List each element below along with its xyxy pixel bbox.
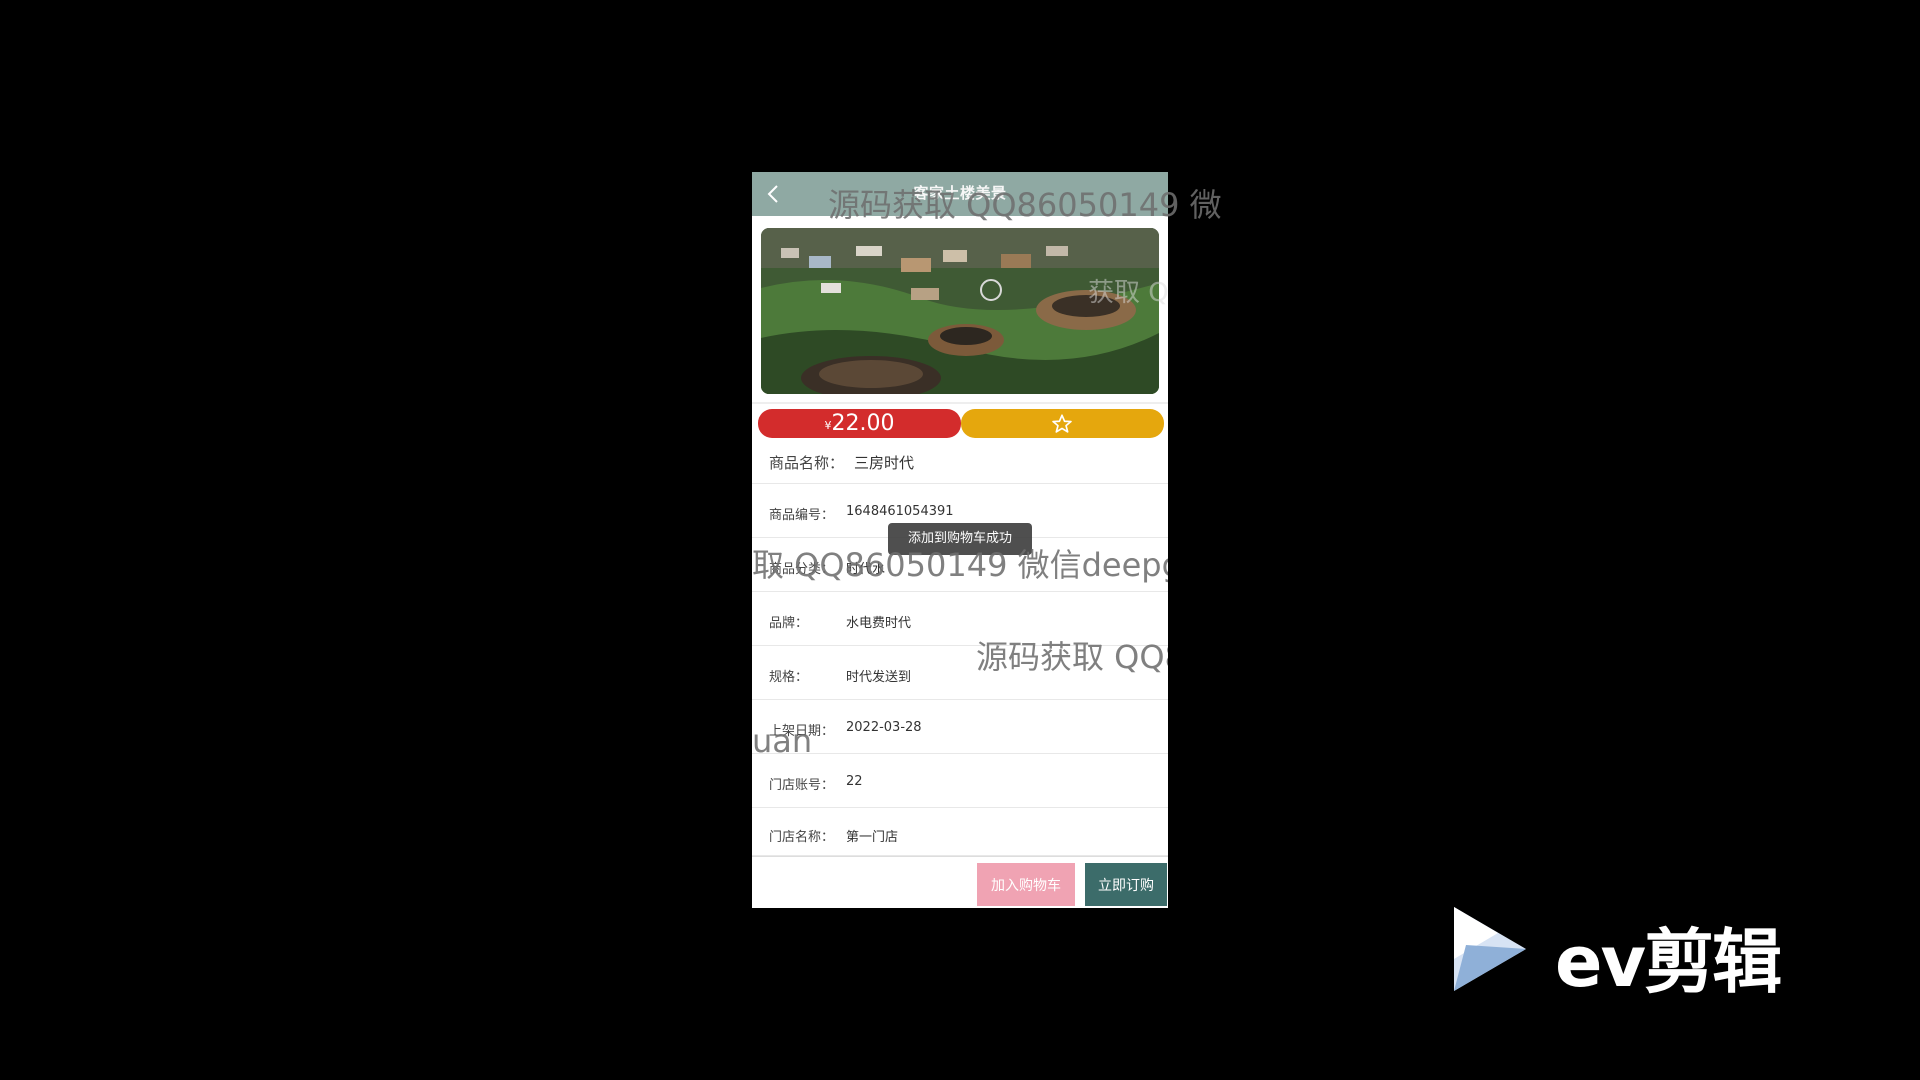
product-name-value: 三房时代 [854,454,915,472]
product-image [761,228,1159,394]
product-name-row: 商品名称： 三房时代 [752,442,1168,484]
buy-now-button[interactable]: 立即订购 [1085,863,1167,906]
detail-label: 规格： [769,670,809,685]
detail-row: 门店名称： 第一门店 [752,808,1168,856]
price-badge: ¥22.00 [758,409,961,438]
detail-label: 品牌： [769,616,809,631]
favorite-button[interactable] [961,409,1164,438]
detail-value: 水电费时代 [846,616,912,631]
detail-value: 时代发送到 [846,670,912,685]
watermark-text: uan [752,722,813,760]
add-to-cart-button[interactable]: 加入购物车 [977,863,1075,906]
star-icon [1052,414,1072,433]
detail-value: 22 [846,774,863,789]
watermark-text: 源码获取 QQ86050149 微 [828,186,1222,224]
ev-logo-text: ev剪辑 [1555,921,1782,1003]
bottom-action-bar: 加入购物车 立即订购 [752,856,1168,908]
play-triangle-icon [1454,907,1526,991]
detail-value: 第一门店 [846,830,899,845]
watermark-text: 源码获取 QQ8 [976,638,1168,676]
detail-value: 1648461054391 [846,504,954,519]
back-button[interactable] [762,182,786,206]
chevron-left-icon [767,185,778,203]
currency-symbol: ¥ [824,419,832,432]
detail-label: 商品编号： [769,508,835,523]
tulou-landscape-image [761,228,1159,394]
watermark-text: 获取 QQ86050149 微信 [1088,278,1168,308]
product-name-label: 商品名称： [769,454,845,472]
price-value: 22.00 [831,411,895,436]
detail-label: 门店名称： [769,830,835,845]
detail-label: 门店账号： [769,778,835,793]
detail-value: 2022-03-28 [846,720,922,735]
image-divider [752,402,1168,404]
detail-row: 上架日期： 2022-03-28 [752,700,1168,754]
watermark-text: 取 QQ86050149 微信deepgua [752,546,1168,584]
detail-row: 门店账号： 22 [752,754,1168,808]
